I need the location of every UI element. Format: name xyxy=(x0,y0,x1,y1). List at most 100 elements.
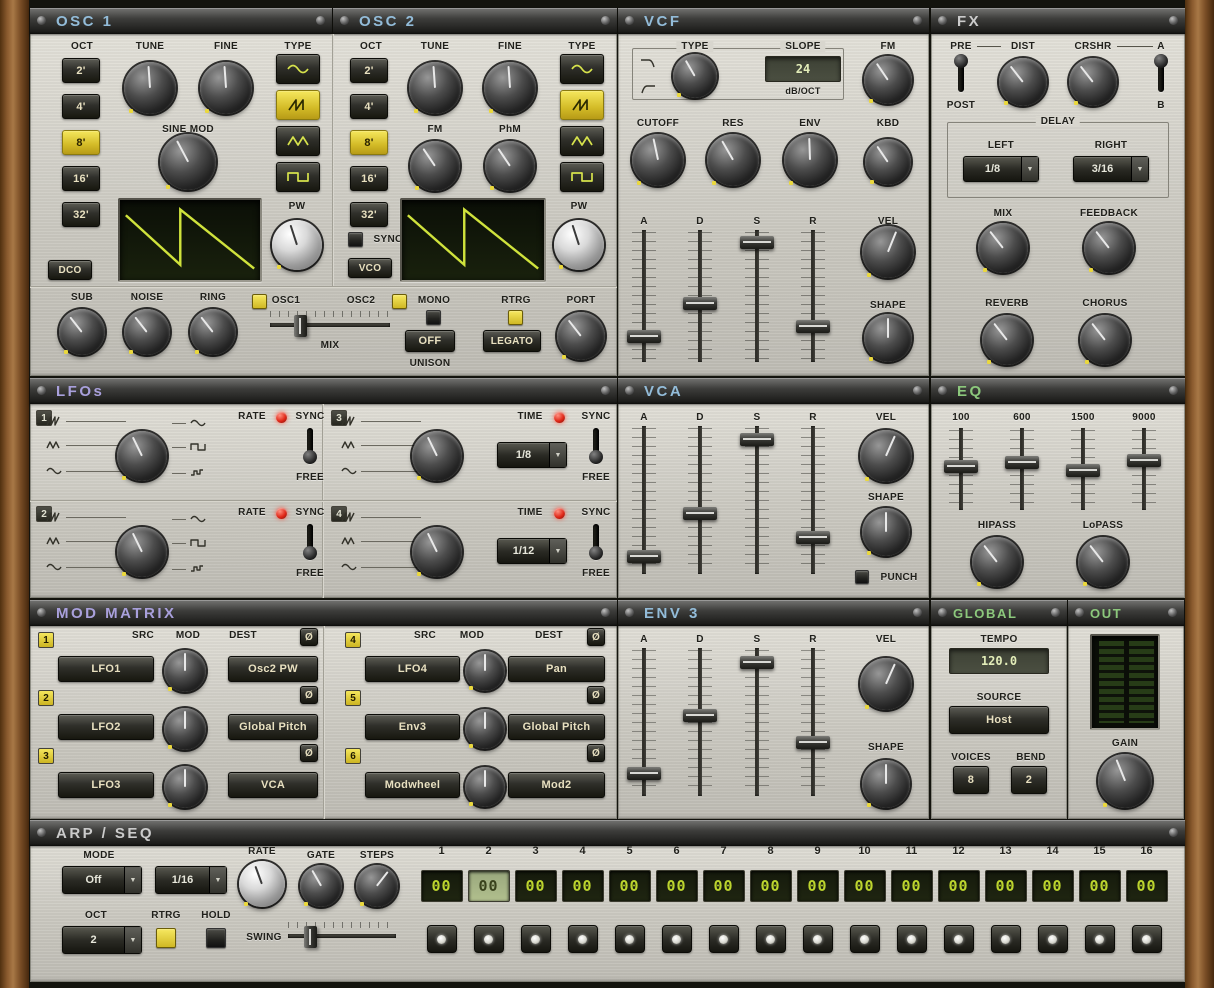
arp-step-button[interactable] xyxy=(709,925,739,953)
mod-slot5-invert-button[interactable]: Ø xyxy=(587,686,605,704)
vcf-fm-knob[interactable] xyxy=(864,56,912,104)
mod-slot1-amount-knob[interactable] xyxy=(164,650,206,692)
ring-knob[interactable] xyxy=(190,309,236,355)
osc2-wave-sine-button[interactable] xyxy=(560,54,604,84)
env3-shape-knob[interactable] xyxy=(862,760,910,808)
gain-knob[interactable] xyxy=(1098,754,1152,808)
osc1-fine-knob[interactable] xyxy=(200,62,252,114)
arp-step-display[interactable]: 00 xyxy=(750,870,792,902)
eq-band-1500-slider[interactable] xyxy=(1068,428,1098,510)
arp-steps-knob[interactable] xyxy=(356,865,398,907)
vca-sustain-slider[interactable] xyxy=(742,426,772,574)
vcf-kbd-knob[interactable] xyxy=(865,139,911,185)
lfo4-time-select[interactable]: 1/12▼ xyxy=(497,538,567,564)
chevron-down-icon[interactable]: ▼ xyxy=(1131,157,1148,181)
env3-attack-slider[interactable] xyxy=(629,648,659,796)
mod-slot4-amount-knob[interactable] xyxy=(465,651,505,691)
lfo1-wave-knob[interactable] xyxy=(117,431,167,481)
eq-hipass-knob[interactable] xyxy=(972,537,1022,587)
env3-release-slider[interactable] xyxy=(798,648,828,796)
toggle-handle[interactable] xyxy=(1154,54,1168,68)
mod-slot3-invert-button[interactable]: Ø xyxy=(300,744,318,762)
osc2-fine-knob[interactable] xyxy=(484,62,536,114)
arp-step-display[interactable]: 00 xyxy=(515,870,557,902)
osc1-oct-8[interactable]: 8' xyxy=(62,130,100,155)
arp-gate-knob[interactable] xyxy=(300,865,342,907)
osc1-pw-knob[interactable] xyxy=(272,220,322,270)
source-button[interactable]: Host xyxy=(949,706,1049,734)
sub-knob[interactable] xyxy=(59,309,105,355)
crshr-knob[interactable] xyxy=(1069,58,1117,106)
arp-step-button[interactable] xyxy=(662,925,692,953)
vcf-sustain-slider[interactable] xyxy=(742,230,772,362)
mod-slot2-invert-button[interactable]: Ø xyxy=(300,686,318,704)
slider-handle[interactable] xyxy=(683,297,717,310)
mod-slot1-src-button[interactable]: LFO1 xyxy=(58,656,154,682)
arp-step-button[interactable] xyxy=(521,925,551,953)
lfo3-sync-toggle[interactable] xyxy=(589,428,603,464)
osc1-oct-4[interactable]: 4' xyxy=(62,94,100,119)
mono-enable-checkbox[interactable] xyxy=(392,294,407,309)
mod-slot5-src-button[interactable]: Env3 xyxy=(365,714,460,740)
chevron-down-icon[interactable]: ▼ xyxy=(124,927,141,953)
osc1-wave-triangle-button[interactable] xyxy=(276,126,320,156)
arp-rate-knob[interactable] xyxy=(239,861,285,907)
arp-step-button[interactable] xyxy=(474,925,504,953)
vcf-slope-display[interactable]: 24 xyxy=(765,56,841,82)
env3-vel-knob[interactable] xyxy=(860,658,912,710)
slider-handle[interactable] xyxy=(627,550,661,563)
osc1-oct-2[interactable]: 2' xyxy=(62,58,100,83)
arp-step-display[interactable]: 00 xyxy=(938,870,980,902)
lfo4-wave-knob[interactable] xyxy=(412,527,462,577)
arp-step-button[interactable] xyxy=(1038,925,1068,953)
chevron-down-icon[interactable]: ▼ xyxy=(549,443,566,467)
toggle-handle[interactable] xyxy=(303,450,317,464)
mod-slot2-dest-button[interactable]: Global Pitch xyxy=(228,714,318,740)
mod-slot4-dest-button[interactable]: Pan xyxy=(508,656,605,682)
osc2-wave-triangle-button[interactable] xyxy=(560,126,604,156)
osc1-dco-button[interactable]: DCO xyxy=(48,260,92,280)
env3-sustain-slider[interactable] xyxy=(742,648,772,796)
dist-knob[interactable] xyxy=(999,58,1047,106)
arp-step-display[interactable]: 00 xyxy=(609,870,651,902)
mod-slot1-invert-button[interactable]: Ø xyxy=(300,628,318,646)
osc1-wave-saw-button[interactable] xyxy=(276,90,320,120)
osc-mix-slider[interactable] xyxy=(270,311,390,337)
arp-step-button[interactable] xyxy=(850,925,880,953)
arp-step-button[interactable] xyxy=(944,925,974,953)
eq-band-600-slider[interactable] xyxy=(1007,428,1037,510)
vca-shape-knob[interactable] xyxy=(862,508,910,556)
osc2-wave-saw-button[interactable] xyxy=(560,90,604,120)
mod-slot6-dest-button[interactable]: Mod2 xyxy=(508,772,605,798)
arp-step-display[interactable]: 00 xyxy=(1126,870,1168,902)
delay-mix-knob[interactable] xyxy=(978,223,1028,273)
mod-slot2-amount-knob[interactable] xyxy=(164,708,206,750)
arp-step-display[interactable]: 00 xyxy=(656,870,698,902)
unison-off-button[interactable]: OFF xyxy=(405,330,455,352)
reverb-knob[interactable] xyxy=(982,315,1032,365)
slider-handle[interactable] xyxy=(796,531,830,544)
slider-handle[interactable] xyxy=(627,767,661,780)
arp-step-display[interactable]: 00 xyxy=(797,870,839,902)
vcf-decay-slider[interactable] xyxy=(685,230,715,362)
mod-slot4-src-button[interactable]: LFO4 xyxy=(365,656,460,682)
slider-handle[interactable] xyxy=(683,709,717,722)
arp-step-display[interactable]: 00 xyxy=(891,870,933,902)
lfo4-sync-toggle[interactable] xyxy=(589,524,603,560)
arp-step-display[interactable]: 00 xyxy=(844,870,886,902)
arp-step-display[interactable]: 00 xyxy=(421,870,463,902)
arp-step-display[interactable]: 00 xyxy=(703,870,745,902)
bend-value-button[interactable]: 2 xyxy=(1011,766,1047,794)
mod-slot6-src-button[interactable]: Modwheel xyxy=(365,772,460,798)
osc2-oct-8[interactable]: 8' xyxy=(350,130,388,155)
slider-handle[interactable] xyxy=(740,433,774,446)
chevron-down-icon[interactable]: ▼ xyxy=(549,539,566,563)
toggle-handle[interactable] xyxy=(589,546,603,560)
osc2-pw-knob[interactable] xyxy=(554,220,604,270)
osc1-tune-knob[interactable] xyxy=(124,62,176,114)
osc2-wave-pulse-button[interactable] xyxy=(560,162,604,192)
arp-step-display[interactable]: 00 xyxy=(1032,870,1074,902)
vcf-cutoff-knob[interactable] xyxy=(632,134,684,186)
osc1-wave-sine-button[interactable] xyxy=(276,54,320,84)
eq-band-100-slider[interactable] xyxy=(946,428,976,510)
